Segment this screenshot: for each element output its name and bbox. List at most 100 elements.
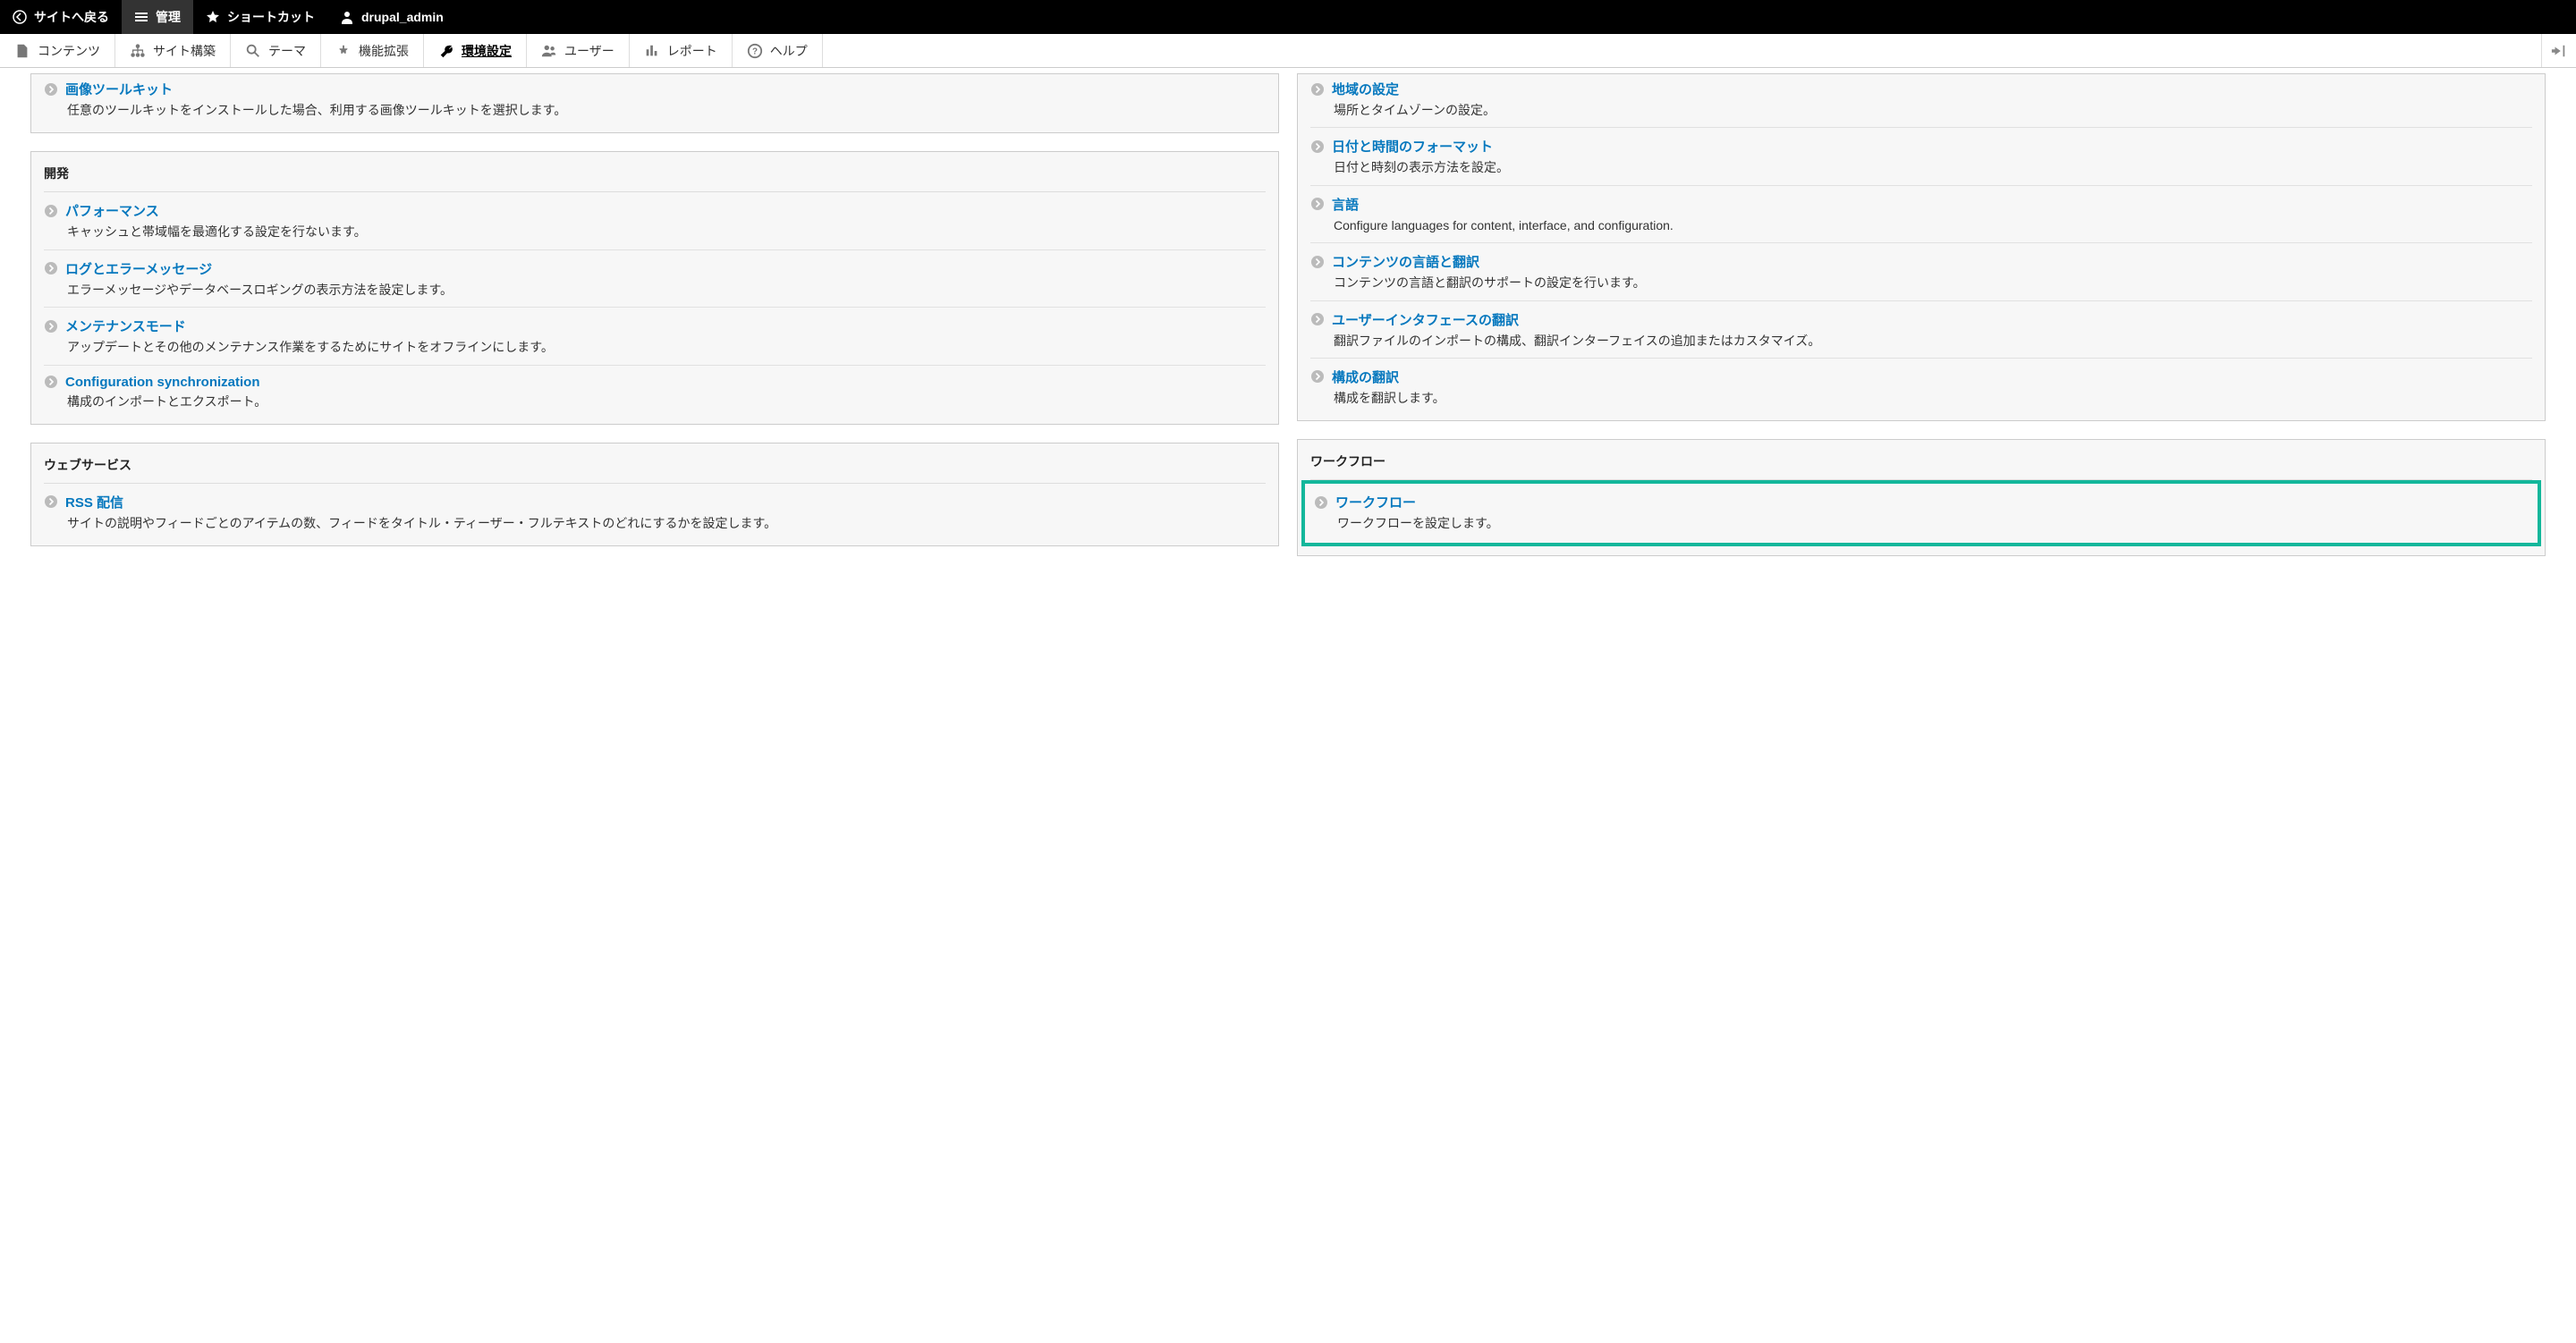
- back-label: サイトへ戻る: [34, 8, 109, 26]
- config-item-head: 言語: [1310, 195, 2532, 214]
- tab-help-label: ヘルプ: [770, 42, 808, 60]
- user-icon: [340, 10, 354, 24]
- config-item-desc: 翻訳ファイルのインポートの構成、翻訳インターフェイスの追加またはカスタマイズ。: [1334, 331, 2532, 351]
- tab-config-label: 環境設定: [462, 42, 512, 60]
- user-toggle[interactable]: drupal_admin: [327, 0, 456, 34]
- tab-content-label: コンテンツ: [38, 42, 100, 60]
- config-panel: ワークフローワークフローワークフローを設定します。: [1297, 439, 2546, 555]
- config-item: RSS 配信サイトの説明やフィードごとのアイテムの数、フィードをタイトル・ティー…: [44, 484, 1266, 540]
- user-label: drupal_admin: [361, 10, 444, 24]
- tab-reports[interactable]: レポート: [630, 34, 733, 67]
- config-item-link[interactable]: メンテナンスモード: [65, 317, 186, 335]
- reports-icon: [644, 43, 660, 59]
- tab-people-label: ユーザー: [564, 42, 614, 60]
- config-item: 構成の翻訳構成を翻訳します。: [1310, 359, 2532, 415]
- tab-extend[interactable]: 機能拡張: [321, 34, 424, 67]
- config-item: 日付と時間のフォーマット日付と時刻の表示方法を設定。: [1310, 128, 2532, 185]
- back-to-site[interactable]: サイトへ戻る: [0, 0, 122, 34]
- right-column: 地域の設定場所とタイムゾーンの設定。日付と時間のフォーマット日付と時刻の表示方法…: [1297, 73, 2546, 556]
- chevron-right-icon: [1310, 197, 1325, 211]
- config-item-desc: 任意のツールキットをインストールした場合、利用する画像ツールキットを選択します。: [67, 100, 1266, 120]
- config-item: ワークフローワークフローを設定します。: [1301, 480, 2541, 545]
- config-item-head: 構成の翻訳: [1310, 367, 2532, 386]
- tab-appearance[interactable]: テーマ: [231, 34, 321, 67]
- config-item-desc: キャッシュと帯域幅を最適化する設定を行ないます。: [67, 222, 1266, 241]
- panel-header: 開発: [44, 152, 1266, 192]
- config-panel: 地域の設定場所とタイムゾーンの設定。日付と時間のフォーマット日付と時刻の表示方法…: [1297, 73, 2546, 421]
- config-item-link[interactable]: ユーザーインタフェースの翻訳: [1332, 310, 1519, 329]
- config-item-desc: エラーメッセージやデータベースロギングの表示方法を設定します。: [67, 280, 1266, 300]
- panel-body: パフォーマンスキャッシュと帯域幅を最適化する設定を行ないます。ログとエラーメッセ…: [44, 192, 1266, 418]
- config-item-link[interactable]: 構成の翻訳: [1332, 367, 1399, 386]
- config-item: コンテンツの言語と翻訳コンテンツの言語と翻訳のサポートの設定を行います。: [1310, 243, 2532, 300]
- config-item-link[interactable]: 言語: [1332, 195, 1359, 214]
- content-icon: [14, 43, 30, 59]
- panel-body: RSS 配信サイトの説明やフィードごとのアイテムの数、フィードをタイトル・ティー…: [44, 484, 1266, 540]
- shortcuts-toggle[interactable]: ショートカット: [193, 0, 327, 34]
- manage-label: 管理: [156, 8, 181, 26]
- config-item: ログとエラーメッセージエラーメッセージやデータベースロギングの表示方法を設定しま…: [44, 250, 1266, 308]
- admin-tabs: コンテンツ サイト構築 テーマ 機能拡張 環境設定 ユーザー レポート: [0, 34, 2576, 68]
- chevron-right-icon: [44, 319, 58, 334]
- chevron-right-icon: [44, 261, 58, 275]
- panel-body: 画像ツールキット任意のツールキットをインストールした場合、利用する画像ツールキッ…: [44, 74, 1266, 127]
- admin-spacer: [823, 34, 2542, 67]
- config-panel: ウェブサービスRSS 配信サイトの説明やフィードごとのアイテムの数、フィードをタ…: [30, 443, 1279, 546]
- config-item-link[interactable]: ワークフロー: [1335, 493, 1416, 511]
- config-item: Configuration synchronization 構成のインポートとエク…: [44, 366, 1266, 418]
- tab-help[interactable]: ? ヘルプ: [733, 34, 823, 67]
- people-icon: [541, 43, 557, 59]
- config-content: 画像ツールキット任意のツールキットをインストールした場合、利用する画像ツールキッ…: [0, 68, 2576, 574]
- collapse-toggle[interactable]: [2542, 34, 2576, 67]
- config-item-head: RSS 配信: [44, 493, 1266, 511]
- tab-structure-label: サイト構築: [153, 42, 216, 60]
- config-item-link[interactable]: Configuration synchronization: [65, 375, 260, 390]
- hamburger-icon: [134, 10, 148, 24]
- config-item-link[interactable]: 地域の設定: [1332, 80, 1399, 98]
- tab-people[interactable]: ユーザー: [527, 34, 630, 67]
- manage-toggle[interactable]: 管理: [122, 0, 193, 34]
- config-item: メンテナンスモードアップデートとその他のメンテナンス作業をするためにサイトをオフ…: [44, 308, 1266, 365]
- config-item-head: コンテンツの言語と翻訳: [1310, 252, 2532, 271]
- config-item-head: ログとエラーメッセージ: [44, 259, 1266, 278]
- config-item-desc: 構成のインポートとエクスポート。: [67, 392, 1266, 411]
- config-item-link[interactable]: RSS 配信: [65, 493, 123, 511]
- config-item-link[interactable]: パフォーマンス: [65, 201, 159, 220]
- left-column: 画像ツールキット任意のツールキットをインストールした場合、利用する画像ツールキッ…: [30, 73, 1279, 556]
- config-icon: [438, 43, 454, 59]
- chevron-right-icon: [1310, 82, 1325, 97]
- config-item-link[interactable]: コンテンツの言語と翻訳: [1332, 252, 1479, 271]
- config-item-head: ワークフロー: [1314, 493, 2529, 511]
- config-item-head: Configuration synchronization: [44, 375, 1266, 390]
- config-item-head: ユーザーインタフェースの翻訳: [1310, 310, 2532, 329]
- tab-structure[interactable]: サイト構築: [115, 34, 231, 67]
- appearance-icon: [245, 43, 261, 59]
- tab-config[interactable]: 環境設定: [424, 34, 527, 67]
- chevron-right-icon: [1310, 369, 1325, 384]
- chevron-right-icon: [1310, 255, 1325, 269]
- svg-text:?: ?: [752, 46, 758, 56]
- config-item-desc: サイトの説明やフィードごとのアイテムの数、フィードをタイトル・ティーザー・フルテ…: [67, 513, 1266, 533]
- panel-body: ワークフローワークフローを設定します。: [1310, 480, 2532, 545]
- config-item-head: メンテナンスモード: [44, 317, 1266, 335]
- back-icon: [13, 10, 27, 24]
- toolbar-top: サイトへ戻る 管理 ショートカット drupal_admin: [0, 0, 2576, 34]
- extend-icon: [335, 43, 352, 59]
- star-icon: [206, 10, 220, 24]
- config-item-link[interactable]: 日付と時間のフォーマット: [1332, 137, 1493, 156]
- shortcuts-label: ショートカット: [227, 8, 315, 26]
- config-item-desc: コンテンツの言語と翻訳のサポートの設定を行います。: [1334, 273, 2532, 292]
- chevron-right-icon: [44, 204, 58, 218]
- chevron-right-icon: [44, 494, 58, 509]
- chevron-right-icon: [1314, 495, 1328, 510]
- tab-content[interactable]: コンテンツ: [0, 34, 115, 67]
- config-item-head: 画像ツールキット: [44, 80, 1266, 98]
- config-item-desc: アップデートとその他のメンテナンス作業をするためにサイトをオフラインにします。: [67, 337, 1266, 357]
- tab-appearance-label: テーマ: [268, 42, 306, 60]
- config-item-link[interactable]: 画像ツールキット: [65, 80, 173, 98]
- chevron-right-icon: [44, 375, 58, 389]
- help-icon: ?: [747, 43, 763, 59]
- config-item-desc: 場所とタイムゾーンの設定。: [1334, 100, 2532, 120]
- config-item-link[interactable]: ログとエラーメッセージ: [65, 259, 212, 278]
- collapse-icon: [2551, 43, 2567, 59]
